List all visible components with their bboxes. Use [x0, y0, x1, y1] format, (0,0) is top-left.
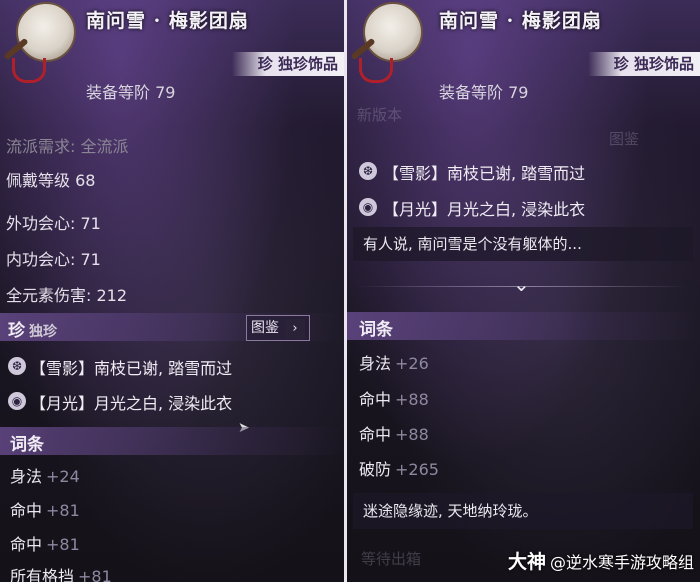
affix-row: 命中 +88 [359, 386, 429, 410]
stat-element-damage: 全元素伤害: 212 [6, 286, 128, 305]
item-description: 有人说, 南问雪是个没有躯体的... [353, 227, 693, 261]
snowflake-icon: ❆ [359, 162, 377, 180]
affix-row: 身法 +26 [359, 350, 429, 374]
affix-value: +81 [46, 535, 80, 554]
quality-tag: 珍 独珍饰品 [231, 52, 344, 76]
affix-value: +81 [78, 567, 112, 582]
ghost-text: 图鉴 [609, 130, 640, 148]
ghost-text: 等待出箱 [361, 550, 422, 568]
moon-swirl-icon: ◉ [359, 198, 377, 216]
unique-badge: 珍 [8, 321, 25, 341]
effect-moonlight: 【月光】月光之白, 浸染此衣 [383, 200, 586, 219]
equip-level: 装备等阶 79 [86, 83, 176, 102]
watermark: 大神 @逆水寒手游攻略组 [508, 547, 694, 574]
effect-snow-shadow: 【雪影】南枝已谢, 踏雪而过 [30, 359, 233, 378]
stat-outer-crit: 外功会心: 71 [6, 214, 101, 233]
flavor-text: 迷途隐缘迹, 天地纳玲珑。 [353, 493, 693, 529]
affix-row: 身法 +24 [10, 463, 80, 487]
affix-section-title: 词条 [10, 435, 44, 455]
affix-row: 命中 +81 [10, 497, 80, 521]
affix-section-title: 词条 [359, 320, 393, 340]
effect-moonlight: 【月光】月光之白, 浸染此衣 [30, 394, 233, 413]
affix-section-header [0, 427, 344, 455]
affix-value: +26 [395, 354, 429, 373]
affix-section-header [347, 312, 700, 340]
affix-value: +88 [395, 390, 429, 409]
affix-name: 身法 [10, 467, 43, 486]
effect-snow-shadow: 【雪影】南枝已谢, 踏雪而过 [383, 164, 586, 183]
moon-swirl-icon: ◉ [8, 392, 26, 410]
unique-subtitle: 独珍 [29, 324, 57, 340]
watermark-brand: 大神 [507, 551, 546, 573]
equip-level: 装备等阶 79 [439, 83, 529, 102]
chevron-down-icon[interactable]: ⌄ [513, 272, 530, 296]
chevron-right-icon: › [285, 319, 305, 339]
item-tooltip-left: 南问雪 · 梅影团扇 珍 独珍饰品 装备等阶 79 流派需求: 全流派 佩戴等级… [0, 0, 344, 582]
ghost-text: 新版本 [357, 106, 403, 124]
affix-value: +88 [395, 425, 429, 444]
affix-name: 所有格挡 [10, 567, 75, 582]
affix-value: +24 [46, 467, 80, 486]
affix-row: 命中 +88 [359, 421, 429, 445]
watermark-account: @逆水寒手游攻略组 [549, 553, 694, 572]
wear-level: 佩戴等级 68 [6, 171, 96, 190]
affix-name: 命中 [10, 535, 43, 554]
affix-name: 命中 [10, 501, 43, 520]
affix-row: 所有格挡 +81 [10, 563, 112, 582]
affix-row: 破防 +265 [359, 456, 439, 480]
affix-name: 命中 [359, 390, 392, 409]
affix-name: 破防 [359, 460, 392, 479]
stat-inner-crit: 内功会心: 71 [6, 250, 101, 269]
affix-row: 命中 +81 [10, 531, 80, 555]
item-tooltip-right: 南问雪 · 梅影团扇 珍 独珍饰品 装备等阶 79 新版本 图鉴 ❆ 【雪影】南… [347, 0, 700, 582]
affix-name: 身法 [359, 354, 392, 373]
affix-value: +265 [395, 460, 439, 479]
codex-button[interactable]: 图鉴 › [246, 315, 310, 341]
school-requirement: 流派需求: 全流派 [6, 137, 129, 156]
affix-value: +81 [46, 501, 80, 520]
item-name: 南问雪 · 梅影团扇 [439, 10, 602, 32]
item-name: 南问雪 · 梅影团扇 [86, 10, 249, 32]
codex-label: 图鉴 [251, 320, 279, 336]
unique-section-title: 珍独珍 [8, 316, 57, 341]
snowflake-icon: ❆ [8, 357, 26, 375]
affix-name: 命中 [359, 425, 392, 444]
quality-tag: 珍 独珍饰品 [587, 52, 700, 76]
